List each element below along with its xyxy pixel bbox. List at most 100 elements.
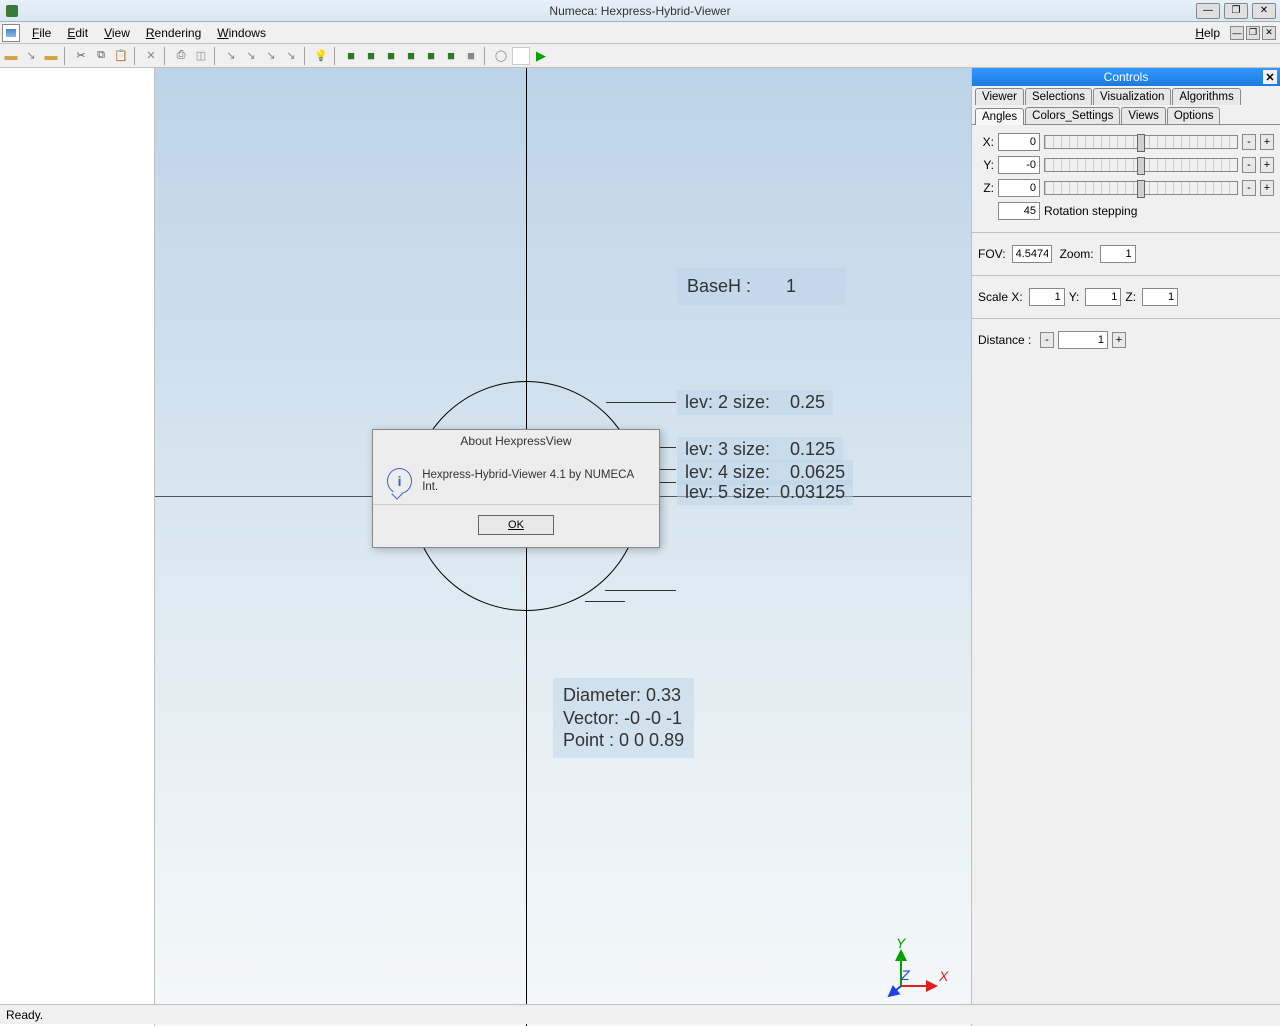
copy-icon[interactable]	[92, 47, 110, 65]
distance-plus[interactable]: +	[1112, 332, 1126, 348]
info-box: Diameter: 0.33 Vector: -0 -0 -1 Point : …	[553, 678, 694, 758]
distance-minus[interactable]: -	[1040, 332, 1054, 348]
open-icon[interactable]	[2, 47, 20, 65]
label-baseh: BaseH : 1	[677, 268, 846, 305]
fov-input[interactable]	[1012, 245, 1052, 263]
app-icon	[6, 5, 18, 17]
app-menu-icon[interactable]	[2, 24, 20, 42]
tab-visualization[interactable]: Visualization	[1093, 88, 1171, 105]
angle-x-label: X:	[978, 135, 994, 149]
menu-file[interactable]: File	[24, 26, 59, 40]
tool-d-icon[interactable]	[282, 47, 300, 65]
controls-panel: Controls ✕ Viewer Selections Visualizati…	[971, 68, 1280, 1026]
tab-options[interactable]: Options	[1167, 107, 1221, 124]
label-lev2: lev: 2 size: 0.25	[677, 390, 833, 415]
controls-close-icon[interactable]: ✕	[1263, 70, 1277, 84]
tab-angles[interactable]: Angles	[975, 108, 1024, 125]
distance-input[interactable]	[1058, 331, 1108, 349]
status-text: Ready.	[6, 1008, 43, 1022]
minimize-button[interactable]: —	[1196, 3, 1220, 19]
tab-selections[interactable]: Selections	[1025, 88, 1092, 105]
statusbar: Ready.	[0, 1004, 1280, 1024]
angle-x-plus[interactable]: +	[1260, 134, 1274, 150]
refresh-icon[interactable]	[492, 47, 510, 65]
angle-z-input[interactable]	[998, 179, 1040, 197]
view-1-icon[interactable]	[342, 47, 360, 65]
box-icon[interactable]	[192, 47, 210, 65]
tab-algorithms[interactable]: Algorithms	[1172, 88, 1240, 105]
label-lev3: lev: 3 size: 0.125	[677, 437, 843, 462]
tool-b-icon[interactable]	[242, 47, 260, 65]
scale-x-input[interactable]	[1029, 288, 1065, 306]
titlebar: Numeca: Hexpress-Hybrid-Viewer — ❐ ✕	[0, 0, 1280, 22]
rotation-stepping-label: Rotation stepping	[1044, 204, 1137, 218]
mdi-close-button[interactable]: ✕	[1262, 26, 1276, 40]
scale-y-input[interactable]	[1085, 288, 1121, 306]
leader-b2	[585, 601, 625, 602]
axis-z-label: Z	[900, 967, 910, 983]
angle-z-label: Z:	[978, 181, 994, 195]
angle-z-minus[interactable]: -	[1242, 180, 1256, 196]
blank-icon[interactable]	[512, 47, 530, 65]
maximize-button[interactable]: ❐	[1224, 3, 1248, 19]
open-folder-icon[interactable]	[42, 47, 60, 65]
angle-x-minus[interactable]: -	[1242, 134, 1256, 150]
menu-help[interactable]: Help	[1187, 26, 1228, 40]
print-icon[interactable]	[172, 47, 190, 65]
scale-y-label: Y:	[1069, 290, 1080, 304]
dialog-text: Hexpress-Hybrid-Viewer 4.1 by NUMECA Int…	[422, 469, 645, 493]
menubar: File Edit View Rendering Windows Help — …	[0, 22, 1280, 44]
tab-viewer[interactable]: Viewer	[975, 88, 1024, 105]
info-vector: Vector: -0 -0 -1	[563, 707, 684, 730]
open-recent-icon[interactable]	[22, 47, 40, 65]
axis-y-label: Y	[896, 935, 907, 951]
ok-button[interactable]: OK	[478, 515, 554, 535]
close-button[interactable]: ✕	[1252, 3, 1276, 19]
zoom-input[interactable]	[1100, 245, 1136, 263]
view-5-icon[interactable]	[422, 47, 440, 65]
cut-icon[interactable]	[72, 47, 90, 65]
mdi-minimize-button[interactable]: —	[1230, 26, 1244, 40]
label-lev5: lev: 5 size: 0.03125	[677, 480, 853, 505]
view-6-icon[interactable]	[442, 47, 460, 65]
paste-icon[interactable]	[112, 47, 130, 65]
tool-c-icon[interactable]	[262, 47, 280, 65]
angle-y-slider[interactable]	[1044, 158, 1238, 172]
rotation-stepping-input[interactable]	[998, 202, 1040, 220]
view-3-icon[interactable]	[382, 47, 400, 65]
menu-windows[interactable]: Windows	[209, 26, 274, 40]
view-2-icon[interactable]	[362, 47, 380, 65]
angle-y-plus[interactable]: +	[1260, 157, 1274, 173]
angle-y-minus[interactable]: -	[1242, 157, 1256, 173]
menu-rendering[interactable]: Rendering	[138, 26, 209, 40]
leader-b1	[605, 590, 676, 591]
about-dialog: About HexpressView i Hexpress-Hybrid-Vie…	[372, 429, 660, 548]
play-icon[interactable]	[532, 47, 550, 65]
view-7-icon[interactable]	[462, 47, 480, 65]
angle-z-plus[interactable]: +	[1260, 180, 1274, 196]
info-icon: i	[387, 468, 412, 494]
distance-label: Distance :	[978, 333, 1034, 347]
scale-z-input[interactable]	[1142, 288, 1178, 306]
menu-edit[interactable]: Edit	[59, 26, 96, 40]
menu-view[interactable]: View	[96, 26, 138, 40]
controls-title: Controls ✕	[972, 68, 1280, 86]
delete-icon[interactable]	[142, 47, 160, 65]
axes-widget: X Y Z	[881, 936, 951, 1006]
fov-label: FOV:	[978, 247, 1006, 261]
angle-z-slider[interactable]	[1044, 181, 1238, 195]
bulb-icon[interactable]	[312, 47, 330, 65]
mdi-restore-button[interactable]: ❐	[1246, 26, 1260, 40]
angle-y-input[interactable]	[998, 156, 1040, 174]
tree-pane[interactable]	[0, 68, 155, 1026]
view-4-icon[interactable]	[402, 47, 420, 65]
tab-colors-settings[interactable]: Colors_Settings	[1025, 107, 1120, 124]
window-title: Numeca: Hexpress-Hybrid-Viewer	[549, 4, 730, 18]
tool-a-icon[interactable]	[222, 47, 240, 65]
info-point: Point : 0 0 0.89	[563, 729, 684, 752]
angle-y-label: Y:	[978, 158, 994, 172]
leader-lev2	[606, 402, 676, 403]
angle-x-input[interactable]	[998, 133, 1040, 151]
angle-x-slider[interactable]	[1044, 135, 1238, 149]
tab-views[interactable]: Views	[1121, 107, 1165, 124]
